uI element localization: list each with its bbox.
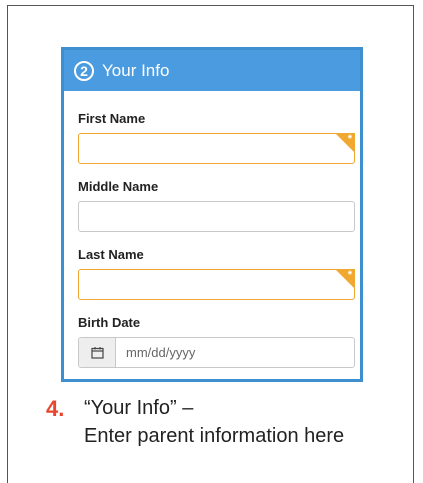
calendar-icon[interactable] bbox=[79, 338, 116, 367]
caption-line-2: Enter parent information here bbox=[84, 425, 345, 447]
middle-name-label: Middle Name bbox=[78, 179, 159, 194]
caption-text: “Your Info” – Enter parent information h… bbox=[84, 394, 344, 450]
last-name-field[interactable]: * bbox=[78, 269, 355, 300]
caption-line-1: “Your Info” – bbox=[84, 397, 194, 419]
your-info-panel: 2 Your Info First Name * Middle Name Las… bbox=[61, 47, 363, 382]
required-flag bbox=[335, 133, 355, 153]
caption-step-number: 4. bbox=[46, 396, 65, 421]
birth-date-label: Birth Date bbox=[78, 315, 141, 330]
first-name-label: First Name bbox=[78, 111, 146, 126]
birth-date-field[interactable]: mm/dd/yyyy bbox=[78, 337, 355, 368]
step-number-badge: 2 bbox=[74, 60, 94, 81]
middle-name-field[interactable] bbox=[78, 201, 355, 232]
required-star-icon: * bbox=[347, 133, 352, 145]
required-star-icon: * bbox=[347, 269, 352, 281]
first-name-field[interactable]: * bbox=[78, 133, 355, 164]
last-name-label: Last Name bbox=[78, 247, 144, 262]
panel-title: Your Info bbox=[102, 60, 170, 80]
panel-body: First Name * Middle Name Last Name * Bir… bbox=[64, 91, 360, 368]
required-flag bbox=[335, 269, 355, 289]
panel-header: 2 Your Info bbox=[64, 50, 360, 91]
birth-date-placeholder: mm/dd/yyyy bbox=[126, 345, 196, 360]
step-caption: 4. “Your Info” – Enter parent informatio… bbox=[46, 396, 344, 450]
